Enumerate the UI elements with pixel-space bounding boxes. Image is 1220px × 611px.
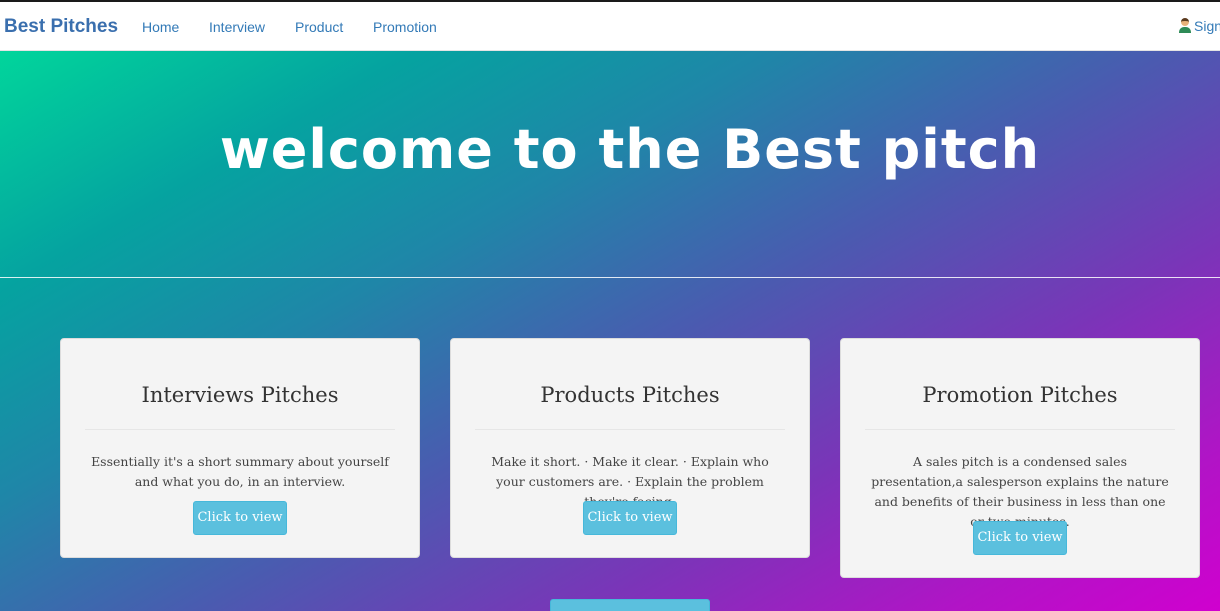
hero-divider bbox=[0, 277, 1220, 278]
signin-link[interactable]: Sign bbox=[1178, 18, 1220, 34]
card-promotion: Promotion Pitches A sales pitch is a con… bbox=[840, 338, 1200, 578]
card-products: Products Pitches Make it short. · Make i… bbox=[450, 338, 810, 558]
card-description: A sales pitch is a condensed sales prese… bbox=[871, 454, 1169, 529]
bottom-action-button[interactable] bbox=[550, 599, 710, 611]
person-icon bbox=[1178, 18, 1191, 33]
nav-link-home[interactable]: Home bbox=[142, 19, 179, 35]
card-divider bbox=[85, 429, 395, 430]
hero-title: welcome to the Best pitch bbox=[219, 118, 1041, 181]
view-interviews-button[interactable]: Click to view bbox=[193, 501, 287, 535]
card-title: Promotion Pitches bbox=[922, 383, 1118, 407]
card-divider bbox=[475, 429, 785, 430]
card-interviews: Interviews Pitches Essentially it's a sh… bbox=[60, 338, 420, 558]
signin-label: Sign bbox=[1194, 18, 1220, 34]
card-description: Essentially it's a short summary about y… bbox=[91, 454, 389, 489]
brand-logo[interactable]: Best Pitches bbox=[4, 16, 118, 38]
card-title: Products Pitches bbox=[540, 383, 720, 407]
view-products-button[interactable]: Click to view bbox=[583, 501, 677, 535]
nav-link-product[interactable]: Product bbox=[295, 19, 343, 35]
view-promotion-button[interactable]: Click to view bbox=[973, 521, 1067, 555]
nav-link-promotion[interactable]: Promotion bbox=[373, 19, 437, 35]
card-title: Interviews Pitches bbox=[141, 383, 339, 407]
card-divider bbox=[865, 429, 1175, 430]
navbar: Best Pitches Home Interview Product Prom… bbox=[0, 2, 1220, 51]
nav-link-interview[interactable]: Interview bbox=[209, 19, 265, 35]
